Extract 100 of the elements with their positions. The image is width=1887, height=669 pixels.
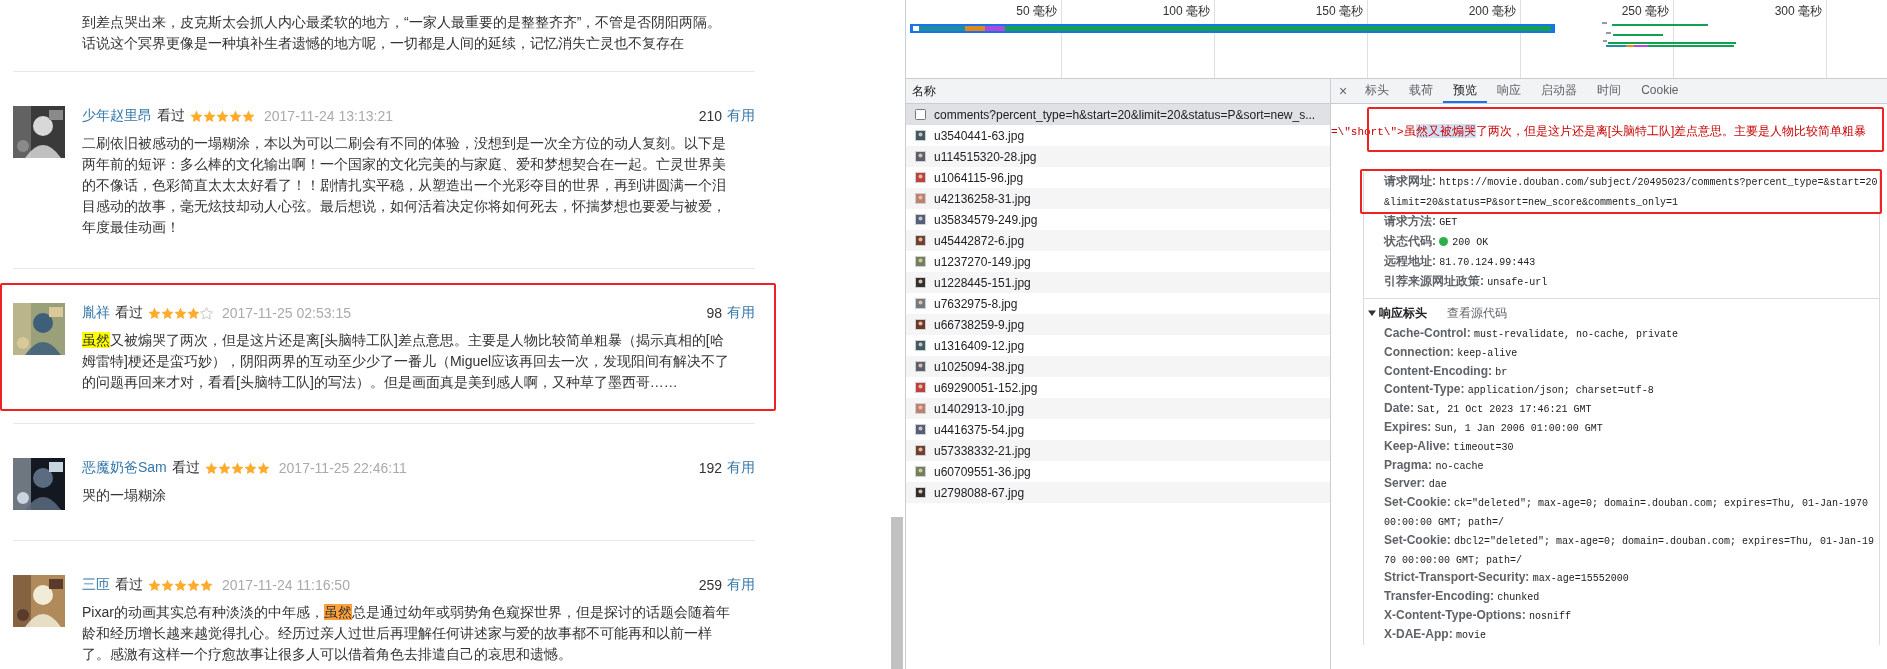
thumbnail-icon [915, 235, 926, 246]
header-field: Expires: Sun, 1 Jan 2006 01:00:00 GMT [1384, 420, 1603, 434]
document-icon [915, 109, 926, 120]
star-icon [256, 461, 270, 475]
request-row[interactable]: u7632975-8.jpg [906, 293, 1330, 314]
request-row[interactable]: u57338332-21.jpg [906, 440, 1330, 461]
request-row[interactable]: u66738259-9.jpg [906, 314, 1330, 335]
general-field: 引荐来源网址政策: unsafe-url [1384, 274, 1548, 288]
star-icon [204, 461, 218, 475]
thumbnail-icon [915, 340, 926, 351]
header-field: X-DAE-App: movie [1384, 626, 1486, 641]
header-field: Pragma: no-cache [1384, 457, 1484, 472]
general-field: 远程地址: 81.70.124.99:443 [1384, 254, 1536, 268]
section-toggle[interactable]: 响应标头 [1368, 304, 1427, 322]
panel-tab[interactable]: 标头 [1355, 79, 1400, 103]
general-field: 请求网址: https://movie.douban.com/subject/20495023/comments?percent_type=&start=20&limit=20&status=P&sort=new_score&comments_only=1 [1384, 174, 1878, 208]
header-field: Content-Type: application/json; charset=utf-8 [1384, 382, 1654, 397]
star-icon [190, 109, 203, 123]
watch-status: 看过 [157, 107, 185, 125]
column-header[interactable]: 名称 [912, 82, 936, 100]
vote-count: 259 [698, 577, 722, 593]
time-tick: 250 毫秒 [1621, 4, 1669, 18]
request-row[interactable]: u1402913-10.jpg [906, 398, 1330, 419]
close-button[interactable]: × [1331, 79, 1356, 103]
thumbnail-icon [915, 319, 926, 330]
star-icon [242, 109, 255, 123]
request-row[interactable]: u1025094-38.jpg [906, 356, 1330, 377]
comment-time: 2017-11-24 11:16:50 [222, 577, 350, 593]
header-field: Content-Encoding: br [1384, 363, 1508, 378]
panel-tab[interactable]: 响应 [1487, 79, 1532, 103]
panel-tab[interactable]: 时间 [1587, 79, 1632, 103]
user-link[interactable]: 胤祥 [82, 304, 110, 322]
comment-text: Pixar的动画其实总有种淡淡的中年感，虽然总是通过幼年或弱势角色窥探世界，但是探讨的话题会随着年龄和经历增长越来越觉得扎心。经历过亲人过世后再理解任何讲述家与爱的故事都不可能再和以前一样了。感激有这样一个疗愈故事让很多人可以借着角色去排遣自己的哀思和遗憾。 [82, 603, 731, 664]
thumbnail-icon [915, 424, 926, 435]
empty-star-icon [200, 306, 213, 320]
thumbnail-icon [915, 298, 926, 309]
vote-count: 192 [698, 460, 722, 476]
request-row[interactable]: u42136258-31.jpg [906, 188, 1330, 209]
useful-link[interactable]: 有用 [727, 107, 755, 125]
useful-link[interactable]: 有用 [727, 304, 755, 322]
time-tick: 50 毫秒 [1016, 4, 1057, 18]
thumbnail-icon [915, 361, 926, 372]
star-icon [187, 306, 200, 320]
general-field: 状态代码: 200 OK [1384, 234, 1489, 248]
star-icon [229, 109, 242, 123]
watch-status: 看过 [115, 304, 143, 322]
request-row[interactable]: comments?percent_type=h&start=20&limit=20&status=P&sort=new_s... [906, 104, 1330, 125]
header-field: Keep-Alive: timeout=30 [1384, 438, 1514, 453]
thumbnail-icon [915, 172, 926, 183]
useful-link[interactable]: 有用 [727, 576, 755, 594]
thumbnail-icon [915, 256, 926, 267]
header-field: Date: Sat, 21 Oct 2023 17:46:21 GMT [1384, 401, 1592, 416]
comment-text: 到差点哭出来，皮克斯太会抓人内心最柔软的地方，“一家人最重要的是整整齐齐”，不管是否阴阳两隔。话说这个冥界更像是一种填补生者遗憾的地方呢，一切都是人间的延续，记忆消失亡灵也不复存在 [13, 0, 755, 72]
star-icon [174, 578, 187, 592]
request-row[interactable]: u3540441-63.jpg [906, 125, 1330, 146]
panel-tab[interactable]: 载荷 [1399, 79, 1444, 103]
header-field: Cache-Control: must-revalidate, no-cache, private [1384, 326, 1679, 340]
request-row[interactable]: u1064115-96.jpg [906, 167, 1330, 188]
star-icon [161, 578, 174, 592]
thumbnail-icon [915, 151, 926, 162]
request-row[interactable]: u2798088-67.jpg [906, 482, 1330, 503]
scrollbar-thumb[interactable] [891, 517, 903, 669]
star-icon [203, 109, 216, 123]
panel-tab[interactable]: 预览 [1443, 79, 1488, 103]
star-icon [243, 461, 257, 475]
time-tick: 300 毫秒 [1774, 4, 1822, 18]
view-source-link[interactable]: 查看源代码 [1447, 304, 1507, 322]
request-row[interactable]: u4416375-54.jpg [906, 419, 1330, 440]
thumbnail-icon [915, 487, 926, 498]
panel-tab[interactable]: Cookie [1631, 79, 1689, 103]
request-row[interactable]: u35834579-249.jpg [906, 209, 1330, 230]
request-row[interactable]: u69290051-152.jpg [906, 377, 1330, 398]
useful-link[interactable]: 有用 [727, 459, 755, 477]
user-link[interactable]: 三匝 [82, 576, 110, 594]
header-field: Transfer-Encoding: chunked [1384, 589, 1540, 604]
time-tick: 150 毫秒 [1315, 4, 1363, 18]
star-icon [148, 306, 161, 320]
general-field: 请求方法: GET [1384, 214, 1458, 228]
request-row[interactable]: u114515320-28.jpg [906, 146, 1330, 167]
user-link[interactable]: 少年赵里昂 [82, 107, 152, 125]
star-icon [217, 461, 231, 475]
star-icon [230, 461, 244, 475]
request-row[interactable]: u60709551-36.jpg [906, 461, 1330, 482]
star-icon [161, 306, 174, 320]
thumbnail-icon [915, 277, 926, 288]
request-row[interactable]: u1228445-151.jpg [906, 272, 1330, 293]
panel-tab[interactable]: 启动器 [1531, 79, 1588, 103]
thumbnail-icon [915, 193, 926, 204]
request-row[interactable]: u45442872-6.jpg [906, 230, 1330, 251]
request-row[interactable]: u1237270-149.jpg [906, 251, 1330, 272]
thumbnail-icon [915, 214, 926, 225]
comment-text: 虽然又被煽哭了两次，但是这片还是离[头脑特工队]差点意思。主要是人物比较简单粗暴（揭示真相的[哈姆雷特]梗还是蛮巧妙），阴阳两界的互动至少少了一番儿（Miguel应该再回去一次，发现阳间有解决不了的问题再回来才对，看看[头脑特工队]的写法）。但是画面真是美到感人啊，又种草了墨西哥…… [82, 331, 731, 392]
thumbnail-icon [915, 130, 926, 141]
header-field: Strict-Transport-Security: max-age=15552000 [1384, 570, 1629, 585]
header-field: Server: dae [1384, 476, 1447, 491]
time-tick: 100 毫秒 [1162, 4, 1210, 18]
star-icon [200, 578, 213, 592]
request-row[interactable]: u1316409-12.jpg [906, 335, 1330, 356]
user-link[interactable]: 恶魔奶爸Sam [82, 459, 167, 477]
caret-icon [1368, 309, 1376, 317]
